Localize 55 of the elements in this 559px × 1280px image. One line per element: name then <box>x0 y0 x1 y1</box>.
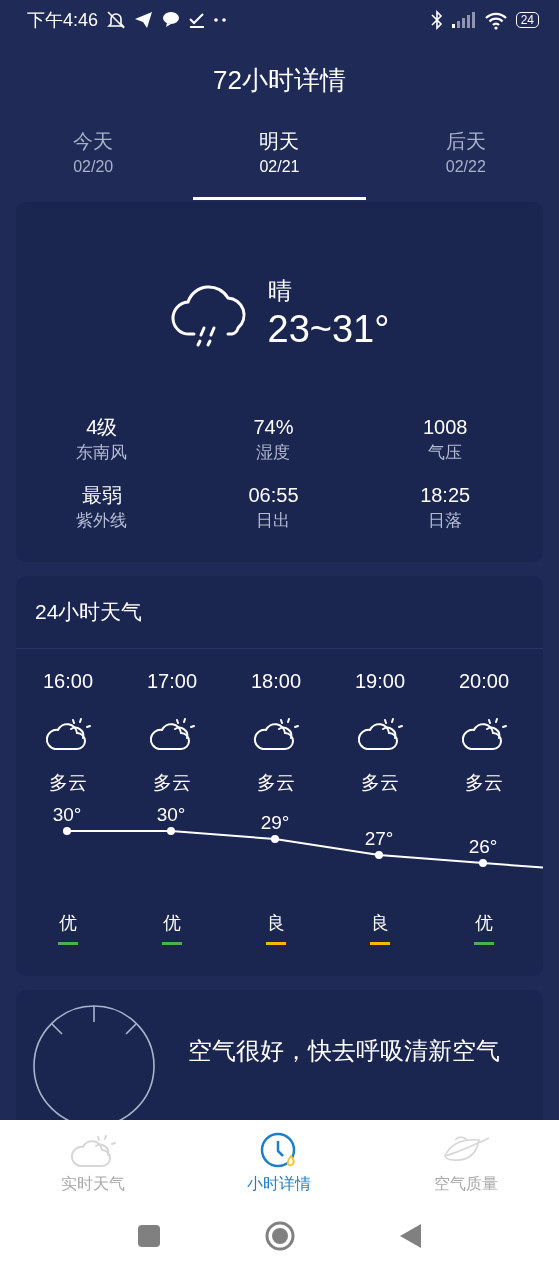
checkmark-icon <box>188 10 207 30</box>
temperature-label: 29° <box>260 812 290 834</box>
stat-value: 18:25 <box>420 483 471 508</box>
hour-condition: 多云 <box>49 771 87 796</box>
stat-label: 紫外线 <box>76 510 128 532</box>
hour-condition: 多云 <box>257 771 295 796</box>
temperature-label: 27° <box>364 828 394 850</box>
hour-condition: 多云 <box>465 771 503 796</box>
stat-value: 1008 <box>422 415 468 440</box>
stat-label: 气压 <box>428 442 463 464</box>
weather-condition: 晴 <box>267 276 293 306</box>
stat-value: 4级 <box>86 415 118 440</box>
air-quality-label: 良 <box>267 912 285 936</box>
hour-time: 17:00 <box>146 669 198 695</box>
temperature-label: 30° <box>156 804 186 826</box>
stat-label: 湿度 <box>256 442 291 464</box>
hour-time: 18:00 <box>250 669 302 695</box>
cloud-sun-icon <box>68 1132 119 1170</box>
back-button[interactable] <box>398 1223 423 1249</box>
battery-icon: 24 <box>515 12 539 28</box>
stat-value: 最弱 <box>81 483 122 508</box>
hour-time: 20:00 <box>458 669 510 695</box>
send-icon <box>134 10 155 30</box>
nav-tab[interactable]: 小时详情 <box>186 1120 373 1200</box>
recents-button[interactable] <box>136 1224 161 1248</box>
page-title: 72小时详情 <box>212 64 347 97</box>
day-tab[interactable]: 今天 02/20 <box>0 120 187 202</box>
temperature-label: 30° <box>52 804 82 826</box>
air-quality-label: 优 <box>475 912 493 936</box>
hour-time: 19:00 <box>354 669 406 695</box>
stat-label: 日出 <box>256 510 291 532</box>
more-icon <box>214 18 227 22</box>
air-quality-label: 优 <box>163 912 181 936</box>
bluetooth-icon <box>428 10 443 30</box>
hour-condition: 多云 <box>153 771 191 796</box>
hour-condition: 多云 <box>361 771 399 796</box>
stat-value: 06:55 <box>248 483 299 508</box>
temperature-label: 26° <box>468 836 498 858</box>
signal-icon <box>450 10 476 30</box>
section-title: 24小时天气 <box>16 576 543 650</box>
wifi-icon <box>483 10 508 30</box>
muted-bell-icon <box>106 10 127 30</box>
air-quality-label: 优 <box>59 912 77 936</box>
chat-bubble-icon <box>162 10 181 30</box>
stat-value: 74% <box>253 415 294 440</box>
air-message: 空气很好，快去呼吸清新空气 <box>188 1036 500 1066</box>
day-tab[interactable]: 后天 02/22 <box>372 120 559 202</box>
home-button[interactable] <box>264 1221 295 1251</box>
stat-label: 东南风 <box>76 442 128 464</box>
temperature-range: 23~31° <box>267 307 390 352</box>
air-quality-label: 良 <box>371 912 389 936</box>
stat-label: 日落 <box>428 510 463 532</box>
hour-time: 16:00 <box>42 669 94 695</box>
day-tab[interactable]: 明天 02/21 <box>186 120 373 202</box>
status-time: 下午4:46 <box>27 9 99 32</box>
